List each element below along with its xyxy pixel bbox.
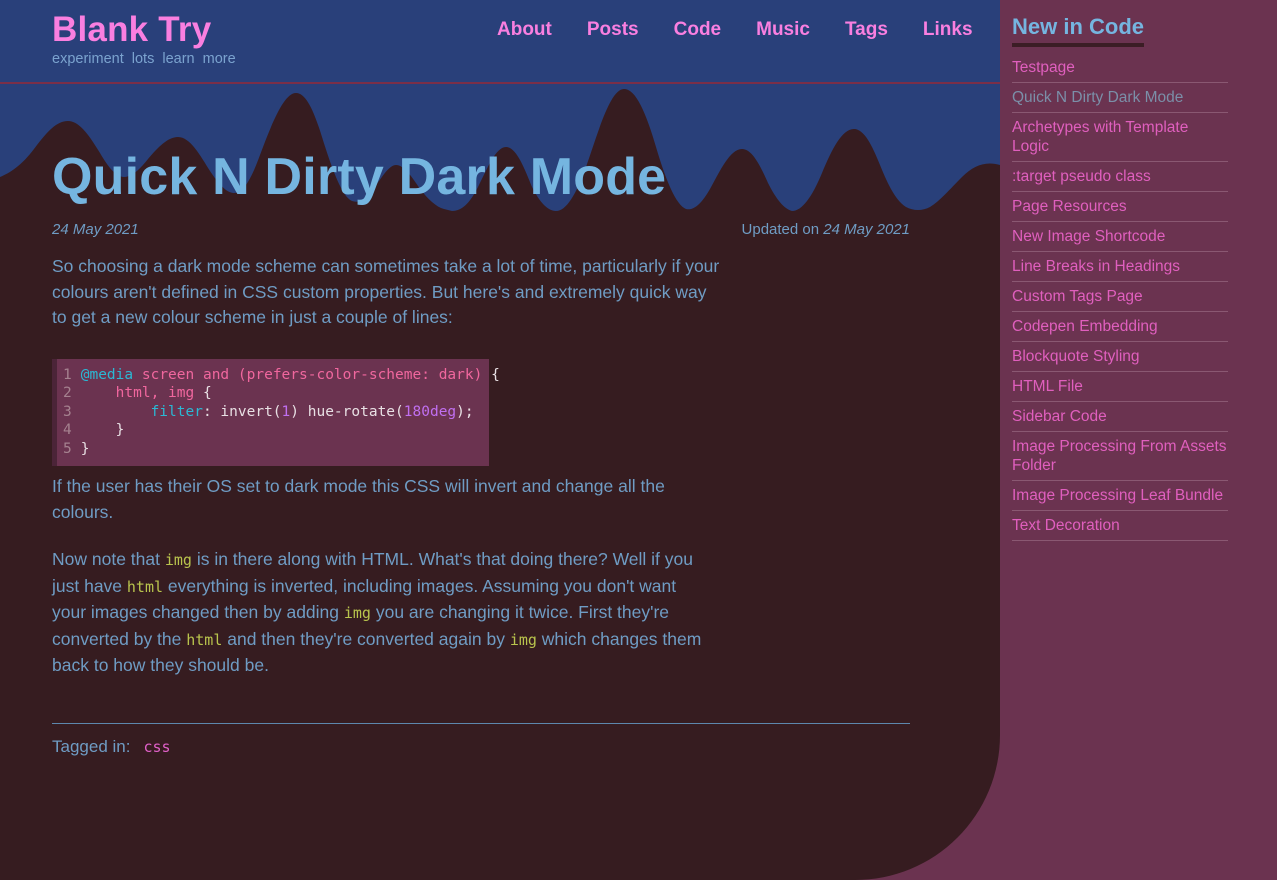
- sidebar-list-item[interactable]: Page Resources: [1012, 192, 1228, 223]
- sidebar-link-6[interactable]: Line Breaks in Headings: [1012, 257, 1228, 276]
- code-token: 180deg: [403, 403, 457, 420]
- post-updated: Updated on 24 May 2021: [742, 221, 910, 238]
- sidebar-link-9[interactable]: Blockquote Styling: [1012, 347, 1228, 366]
- code-token: filter: [150, 403, 203, 420]
- sidebar-link-14[interactable]: Text Decoration: [1012, 516, 1228, 535]
- sidebar-list-item[interactable]: Image Processing Leaf Bundle: [1012, 481, 1228, 512]
- code-token: {: [194, 385, 212, 402]
- sidebar-link-1[interactable]: Quick N Dirty Dark Mode: [1012, 88, 1228, 107]
- sidebar-link-8[interactable]: Codepen Embedding: [1012, 317, 1228, 336]
- sidebar-link-10[interactable]: HTML File: [1012, 377, 1228, 396]
- sidebar-link-0[interactable]: Testpage: [1012, 58, 1228, 77]
- nav-item-links[interactable]: Links: [923, 19, 973, 41]
- inline-code-img-3: img: [509, 630, 537, 649]
- article-body: 24 May 2021 Updated on 24 May 2021 So ch…: [0, 212, 1000, 880]
- code-token: ) hue-rotate(: [290, 403, 404, 420]
- tag-footer: Tagged in: css: [52, 722, 910, 757]
- sidebar-link-12[interactable]: Image Processing From Assets Folder: [1012, 437, 1228, 475]
- code-token: screen and: [141, 366, 230, 383]
- site-header: Blank Try experiment lots learn more Abo…: [0, 0, 1000, 84]
- text-seg-1: Now note that: [52, 549, 165, 570]
- sidebar-list-item[interactable]: Image Processing From Assets Folder: [1012, 432, 1228, 482]
- nav-item-code[interactable]: Code: [674, 19, 722, 41]
- inline-code-html-1: html: [126, 577, 164, 596]
- code-content[interactable]: @media screen and (prefers-color-scheme:…: [81, 366, 508, 459]
- paragraph-explanation: If the user has their OS set to dark mod…: [52, 476, 665, 522]
- code-token: }: [80, 422, 125, 439]
- code-token: }: [80, 440, 90, 457]
- site-tagline: experiment lots learn more: [52, 51, 236, 68]
- inline-code-img-1: img: [164, 551, 192, 570]
- sidebar-heading: New in Code: [1012, 14, 1145, 48]
- hero-banner: Quick N Dirty Dark Mode: [0, 84, 1000, 212]
- post-date: 24 May 2021: [52, 221, 139, 238]
- text-seg-5: and then they're converted again by: [222, 628, 510, 649]
- code-token: @media: [80, 366, 134, 383]
- code-token: html, img: [115, 385, 195, 402]
- nav-item-posts[interactable]: Posts: [587, 19, 639, 41]
- sidebar-list-item[interactable]: Codepen Embedding: [1012, 312, 1228, 343]
- site-title[interactable]: Blank Try: [52, 10, 236, 50]
- code-token: {: [482, 366, 500, 383]
- code-token: );: [456, 403, 474, 420]
- sidebar-link-11[interactable]: Sidebar Code: [1012, 407, 1228, 426]
- sidebar-list-item[interactable]: New Image Shortcode: [1012, 222, 1228, 253]
- tag-label: Tagged in:: [52, 736, 131, 756]
- post-title: Quick N Dirty Dark Mode: [52, 147, 667, 206]
- post-meta: 24 May 2021 Updated on 24 May 2021: [52, 212, 948, 246]
- sidebar: New in Code Testpage Quick N Dirty Dark M…: [1000, 0, 1277, 880]
- main-column: Blank Try experiment lots learn more Abo…: [0, 0, 1000, 880]
- sidebar-list: Testpage Quick N Dirty Dark Mode Archetype…: [1012, 52, 1228, 542]
- sidebar-link-4[interactable]: Page Resources: [1012, 197, 1228, 216]
- nav-item-about[interactable]: About: [497, 19, 552, 41]
- sidebar-list-item[interactable]: Line Breaks in Headings: [1012, 252, 1228, 283]
- sidebar-list-item[interactable]: Testpage: [1012, 52, 1228, 84]
- paragraph-intro: So choosing a dark mode scheme can somet…: [52, 256, 720, 327]
- sidebar-list-item[interactable]: Blockquote Styling: [1012, 342, 1228, 373]
- inline-code-html-2: html: [186, 630, 223, 649]
- main-nav: About Posts Code Music Tags Links: [497, 19, 973, 41]
- paragraph-img-note: Now note that img is in there along with…: [52, 547, 714, 679]
- inline-code-img-2: img: [343, 604, 371, 623]
- sidebar-list-item[interactable]: Archetypes with Template Logic: [1012, 113, 1228, 163]
- tag-link-css[interactable]: css: [143, 738, 170, 756]
- sidebar-link-13[interactable]: Image Processing Leaf Bundle: [1012, 486, 1228, 505]
- nav-item-tags[interactable]: Tags: [845, 19, 888, 41]
- code-line-numbers: 1 2 3 4 5: [63, 366, 72, 457]
- code-token: (prefers-color-scheme: dark): [237, 366, 483, 383]
- sidebar-list-item[interactable]: Quick N Dirty Dark Mode: [1012, 83, 1228, 114]
- post-updated-date: 24 May 2021: [823, 221, 910, 238]
- sidebar-link-7[interactable]: Custom Tags Page: [1012, 287, 1228, 306]
- sidebar-link-5[interactable]: New Image Shortcode: [1012, 227, 1228, 246]
- page-root: Blank Try experiment lots learn more Abo…: [0, 0, 1277, 880]
- sidebar-link-3[interactable]: :target pseudo class: [1012, 167, 1228, 186]
- sidebar-list-item[interactable]: Sidebar Code: [1012, 402, 1228, 433]
- code-block[interactable]: 1 2 3 4 5 @media screen and (prefers-col…: [52, 358, 500, 467]
- sidebar-list-item[interactable]: HTML File: [1012, 372, 1228, 403]
- post-updated-prefix: Updated on: [741, 221, 824, 238]
- code-token: : invert(: [202, 403, 282, 420]
- nav-item-music[interactable]: Music: [756, 19, 810, 41]
- sidebar-list-item[interactable]: :target pseudo class: [1012, 162, 1228, 193]
- sidebar-link-2[interactable]: Archetypes with Template Logic: [1012, 118, 1228, 156]
- brand[interactable]: Blank Try experiment lots learn more: [52, 10, 236, 67]
- sidebar-list-item[interactable]: Text Decoration: [1012, 511, 1228, 542]
- sidebar-list-item[interactable]: Custom Tags Page: [1012, 282, 1228, 313]
- code-token: 1: [281, 403, 291, 420]
